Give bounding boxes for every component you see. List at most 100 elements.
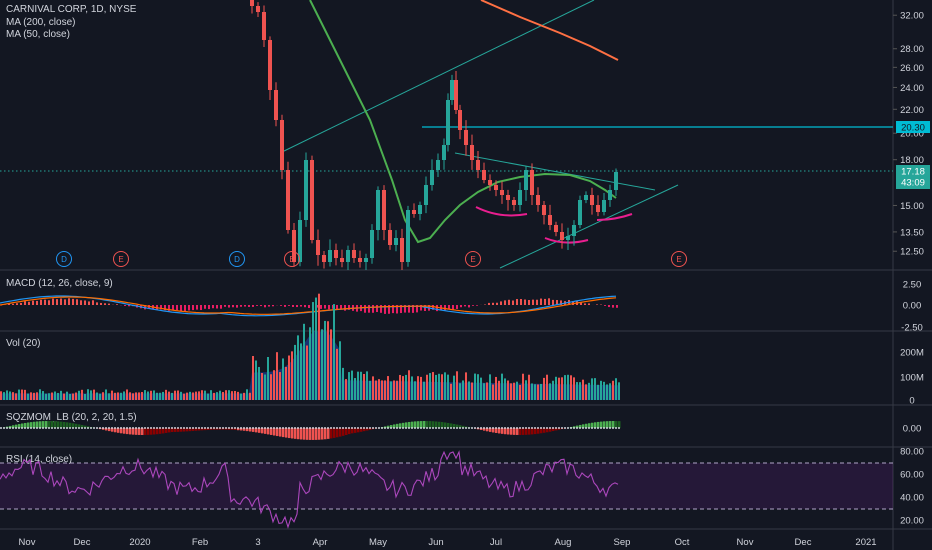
- sqzmom-bar: [345, 428, 348, 435]
- sqzmom-bar: [303, 428, 306, 440]
- volume-bar: [465, 372, 467, 400]
- volume-bar: [477, 374, 479, 400]
- volume-bar: [525, 380, 527, 400]
- sqzmom-dot: [135, 427, 137, 429]
- candle-body: [464, 130, 468, 145]
- volume-bar: [21, 389, 23, 400]
- candle-body: [500, 190, 504, 195]
- sqzmom-dot: [555, 427, 557, 429]
- sqzmom-dot: [480, 427, 482, 429]
- macd-hist-bar: [288, 305, 290, 306]
- price-tick-label: 24.00: [900, 83, 924, 94]
- volume-bar: [36, 392, 38, 400]
- volume-bar: [618, 382, 620, 400]
- candle-body: [450, 80, 454, 100]
- volume-bar: [363, 373, 365, 400]
- sqzmom-dot: [432, 427, 434, 429]
- volume-bar: [399, 374, 401, 400]
- sqzmom-dot: [225, 427, 227, 429]
- volume-bar: [99, 393, 101, 400]
- volume-bar: [207, 393, 209, 400]
- sqzmom-bar: [609, 421, 612, 428]
- sqzmom-bar: [426, 421, 429, 428]
- sqzmom-dot: [249, 427, 251, 429]
- sqzmom-bar: [615, 421, 618, 428]
- sqzmom-bar: [297, 428, 300, 440]
- volume-bar: [171, 392, 173, 400]
- chart-root[interactable]: D E D E E E 32.00 28.00 26.00 24.00 22.00 20.00 18.…: [0, 0, 932, 550]
- volume-bar: [333, 304, 335, 400]
- sqzmom-dot: [183, 427, 185, 429]
- volume-bar: [492, 384, 494, 400]
- volume-bar: [327, 321, 329, 400]
- macd-hist-bar: [552, 299, 554, 305]
- time-tick-label: Sep: [614, 537, 631, 548]
- last-price-text: 17.18: [901, 167, 925, 178]
- volume-bar: [201, 390, 203, 400]
- volume-bar: [267, 356, 269, 400]
- rsi-tick-label: 40.00: [900, 493, 924, 504]
- sqzmom-dot: [465, 427, 467, 429]
- sqzmom-dot: [426, 427, 428, 429]
- sqzmom-bar: [318, 428, 321, 440]
- volume-bar: [348, 372, 350, 400]
- macd-hist-bar: [88, 301, 90, 305]
- sqzmom-dot: [48, 427, 50, 429]
- sqzmom-dot: [117, 427, 119, 429]
- sqzmom-dot: [252, 427, 254, 429]
- candle-body: [470, 145, 474, 160]
- volume-bar: [330, 329, 332, 400]
- sqzmom-dot: [21, 427, 23, 429]
- macd-hist-bar: [436, 305, 438, 312]
- sqzmom-dot: [573, 427, 575, 429]
- sqzmom-dot: [603, 427, 605, 429]
- volume-bar: [489, 374, 491, 400]
- volume-bar: [18, 389, 20, 400]
- sqzmom-dot: [150, 427, 152, 429]
- macd-hist-bar: [244, 305, 246, 307]
- sqzmom-bar: [510, 428, 513, 435]
- volume-bar: [156, 392, 158, 400]
- macd-hist-bar: [596, 304, 598, 305]
- sqzmom-dot: [264, 427, 266, 429]
- sqzmom-bar: [273, 428, 276, 436]
- macd-hist-bar: [548, 298, 550, 305]
- macd-hist-bar: [232, 305, 234, 308]
- sqzmom-dot: [600, 427, 602, 429]
- volume-bar: [405, 374, 407, 400]
- macd-hist-bar: [456, 305, 458, 309]
- sqzmom-dot: [612, 427, 614, 429]
- volume-bar: [318, 293, 320, 400]
- volume-tick-label: 0: [909, 396, 914, 407]
- sqzmom-dot: [435, 427, 437, 429]
- candle-body: [560, 232, 564, 240]
- candle-body: [596, 205, 600, 212]
- volume-bar: [72, 393, 74, 400]
- time-tick-label: Feb: [192, 537, 208, 548]
- sqzmom-dot: [570, 427, 572, 429]
- volume-bar: [321, 329, 323, 400]
- candle-body: [602, 200, 606, 212]
- macd-hist-bar: [496, 302, 498, 305]
- sqzmom-dot: [231, 427, 233, 429]
- volume-bar: [480, 377, 482, 400]
- sqzmom-dot: [201, 427, 203, 429]
- volume-bar: [75, 392, 77, 400]
- volume-bar: [390, 381, 392, 400]
- sqzmom-dot: [441, 427, 443, 429]
- volume-bar: [351, 370, 353, 400]
- volume-bar: [543, 377, 545, 400]
- sqzmom-dot: [522, 427, 524, 429]
- sqzmom-dot: [594, 427, 596, 429]
- sqzmom-dot: [462, 427, 464, 429]
- sqzmom-dot: [498, 427, 500, 429]
- sqzmom-dot: [597, 427, 599, 429]
- sqzmom-dot: [411, 427, 413, 429]
- sqzmom-dot: [582, 427, 584, 429]
- sqzmom-bar: [606, 421, 609, 428]
- sqzmom-dot: [132, 427, 134, 429]
- sqzmom-bar: [276, 428, 279, 437]
- macd-hist-bar: [260, 305, 262, 307]
- volume-bar: [294, 344, 296, 400]
- macd-hist-bar: [444, 305, 446, 311]
